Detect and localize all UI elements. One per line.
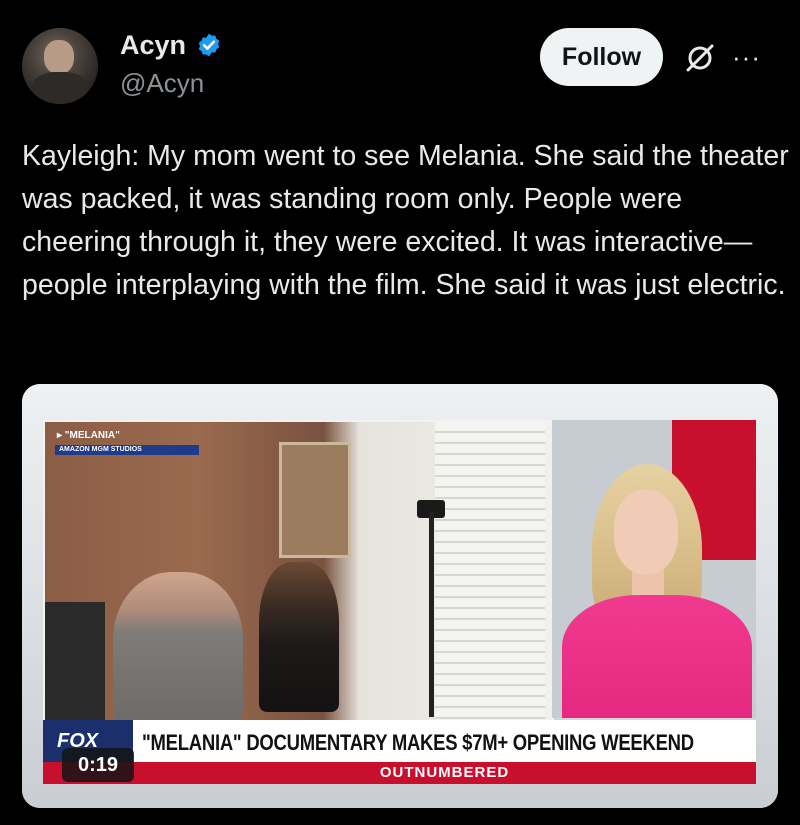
avatar-face [44,40,74,74]
show-name: OUTNUMBERED [379,764,510,781]
clip-stand [429,512,434,717]
clip-badge-subtitle: AMAZON MGM STUDIOS [55,445,199,455]
clip-shutter-door [435,422,545,720]
author-handle[interactable]: @Acyn [120,68,204,99]
verified-badge-icon [198,33,220,57]
anchor-face [614,490,678,574]
video-duration-badge: 0:19 [62,748,134,782]
headline-text: "MELANIA" DOCUMENTARY MAKES $7M+ OPENING… [142,730,694,755]
author-name[interactable]: Acyn [120,30,186,61]
follow-button[interactable]: Follow [540,28,663,86]
clip-chair [45,602,105,720]
author-avatar[interactable] [22,28,98,104]
clip-badge: ▸ "MELANIA" AMAZON MGM STUDIOS [49,426,199,455]
grok-icon[interactable] [684,42,716,74]
avatar-body [32,72,88,104]
clip-seated-man [113,572,243,720]
clip-picture-frame [279,442,351,558]
clip-badge-title: ▸ "MELANIA" [57,430,120,441]
documentary-clip: ▸ "MELANIA" AMAZON MGM STUDIOS [43,420,554,722]
tweet-text: Kayleigh: My mom went to see Melania. Sh… [22,140,789,301]
more-options-icon[interactable]: ··· [732,42,761,73]
anchor-jacket [562,595,752,718]
clip-seated-woman [259,562,339,712]
video-player[interactable]: ▸ "MELANIA" AMAZON MGM STUDIOS FOX "MELA… [22,384,778,808]
anchor-feed [552,420,756,718]
